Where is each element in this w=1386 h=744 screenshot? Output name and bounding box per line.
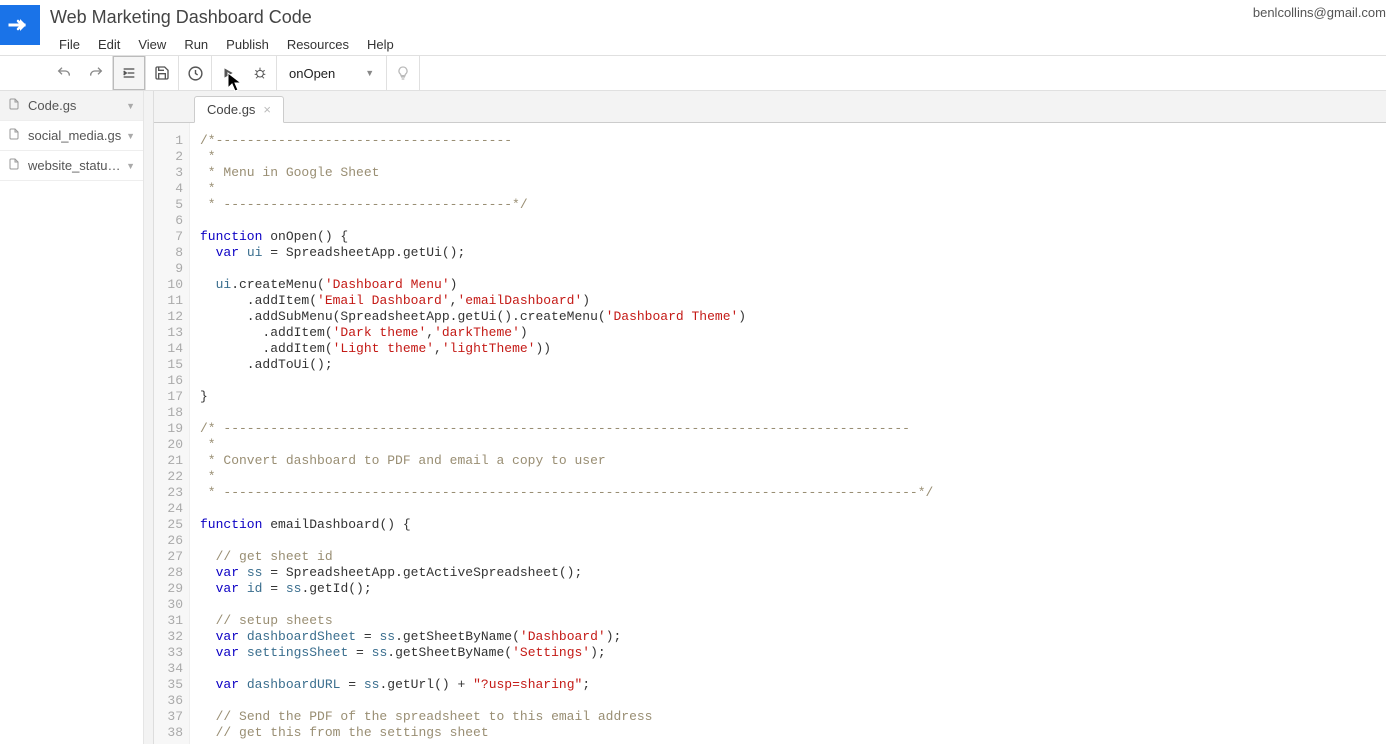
code-line[interactable]: [200, 597, 933, 613]
tab-bar: Code.gs ×: [154, 91, 1386, 123]
undo-button[interactable]: [48, 56, 80, 90]
code-line[interactable]: /* -------------------------------------…: [200, 421, 933, 437]
user-email[interactable]: benlcollins@gmail.com: [1253, 5, 1386, 20]
code-line[interactable]: /*--------------------------------------: [200, 133, 933, 149]
redo-button[interactable]: [80, 56, 112, 90]
code-content[interactable]: /*--------------------------------------…: [190, 123, 933, 744]
file-name: social_media.gs: [28, 128, 126, 143]
menu-resources[interactable]: Resources: [278, 34, 358, 55]
code-editor[interactable]: 1234567891011121314151617181920212223242…: [154, 123, 1386, 744]
function-selected-label: onOpen: [289, 66, 335, 81]
code-line[interactable]: * Menu in Google Sheet: [200, 165, 933, 181]
code-line[interactable]: .addItem('Email Dashboard','emailDashboa…: [200, 293, 933, 309]
file-name: Code.gs: [28, 98, 126, 113]
line-gutter: 1234567891011121314151617181920212223242…: [154, 123, 190, 744]
code-line[interactable]: var dashboardSheet = ss.getSheetByName('…: [200, 629, 933, 645]
apps-script-logo: [0, 5, 40, 45]
code-line[interactable]: ui.createMenu('Dashboard Menu'): [200, 277, 933, 293]
menu-file[interactable]: File: [50, 34, 89, 55]
menubar: FileEditViewRunPublishResourcesHelp: [50, 34, 1253, 55]
code-line[interactable]: [200, 213, 933, 229]
run-button[interactable]: [212, 56, 244, 90]
tab-label: Code.gs: [207, 102, 255, 117]
code-line[interactable]: *: [200, 437, 933, 453]
chevron-down-icon[interactable]: ▼: [126, 161, 135, 171]
code-line[interactable]: function emailDashboard() {: [200, 517, 933, 533]
menu-edit[interactable]: Edit: [89, 34, 129, 55]
chevron-down-icon[interactable]: ▼: [126, 101, 135, 111]
menu-run[interactable]: Run: [175, 34, 217, 55]
code-line[interactable]: [200, 405, 933, 421]
help-lightbulb-button[interactable]: [387, 56, 419, 90]
file-icon: [8, 97, 22, 114]
menu-view[interactable]: View: [129, 34, 175, 55]
toolbar: onOpen ▼: [0, 55, 1386, 91]
code-line[interactable]: var ui = SpreadsheetApp.getUi();: [200, 245, 933, 261]
code-line[interactable]: [200, 501, 933, 517]
code-line[interactable]: var dashboardURL = ss.getUrl() + "?usp=s…: [200, 677, 933, 693]
code-line[interactable]: // get this from the settings sheet: [200, 725, 933, 741]
file-sidebar: Code.gs▼social_media.gs▼website_statu…▼: [0, 91, 144, 744]
code-line[interactable]: }: [200, 389, 933, 405]
close-icon[interactable]: ×: [263, 102, 271, 117]
sidebar-file[interactable]: Code.gs▼: [0, 91, 143, 121]
function-selector[interactable]: onOpen ▼: [277, 56, 386, 90]
code-line[interactable]: var settingsSheet = ss.getSheetByName('S…: [200, 645, 933, 661]
code-line[interactable]: // Send the PDF of the spreadsheet to th…: [200, 709, 933, 725]
code-line[interactable]: * --------------------------------------…: [200, 485, 933, 501]
file-icon: [8, 157, 22, 174]
code-line[interactable]: .addToUi();: [200, 357, 933, 373]
menu-publish[interactable]: Publish: [217, 34, 278, 55]
code-line[interactable]: [200, 661, 933, 677]
code-line[interactable]: .addItem('Dark theme','darkTheme'): [200, 325, 933, 341]
code-line[interactable]: *: [200, 149, 933, 165]
triggers-button[interactable]: [179, 56, 211, 90]
debug-button[interactable]: [244, 56, 276, 90]
project-title[interactable]: Web Marketing Dashboard Code: [50, 5, 1253, 28]
code-line[interactable]: .addSubMenu(SpreadsheetApp.getUi().creat…: [200, 309, 933, 325]
code-line[interactable]: [200, 261, 933, 277]
chevron-down-icon[interactable]: ▼: [126, 131, 135, 141]
code-line[interactable]: // setup sheets: [200, 613, 933, 629]
menu-help[interactable]: Help: [358, 34, 403, 55]
code-line[interactable]: * -------------------------------------*…: [200, 197, 933, 213]
code-line[interactable]: var id = ss.getId();: [200, 581, 933, 597]
code-line[interactable]: // get sheet id: [200, 549, 933, 565]
code-line[interactable]: * Convert dashboard to PDF and email a c…: [200, 453, 933, 469]
indent-button[interactable]: [113, 56, 145, 90]
code-line[interactable]: .addItem('Light theme','lightTheme')): [200, 341, 933, 357]
code-line[interactable]: [200, 373, 933, 389]
code-line[interactable]: [200, 693, 933, 709]
sidebar-file[interactable]: website_statu…▼: [0, 151, 143, 181]
code-line[interactable]: [200, 533, 933, 549]
editor-margin: [144, 91, 154, 744]
code-line[interactable]: *: [200, 469, 933, 485]
file-icon: [8, 127, 22, 144]
save-button[interactable]: [146, 56, 178, 90]
code-line[interactable]: *: [200, 181, 933, 197]
tab-code-gs[interactable]: Code.gs ×: [194, 96, 284, 123]
code-line[interactable]: var ss = SpreadsheetApp.getActiveSpreads…: [200, 565, 933, 581]
file-name: website_statu…: [28, 158, 126, 173]
chevron-down-icon: ▼: [365, 68, 374, 78]
code-line[interactable]: function onOpen() {: [200, 229, 933, 245]
header: Web Marketing Dashboard Code FileEditVie…: [0, 0, 1386, 55]
sidebar-file[interactable]: social_media.gs▼: [0, 121, 143, 151]
